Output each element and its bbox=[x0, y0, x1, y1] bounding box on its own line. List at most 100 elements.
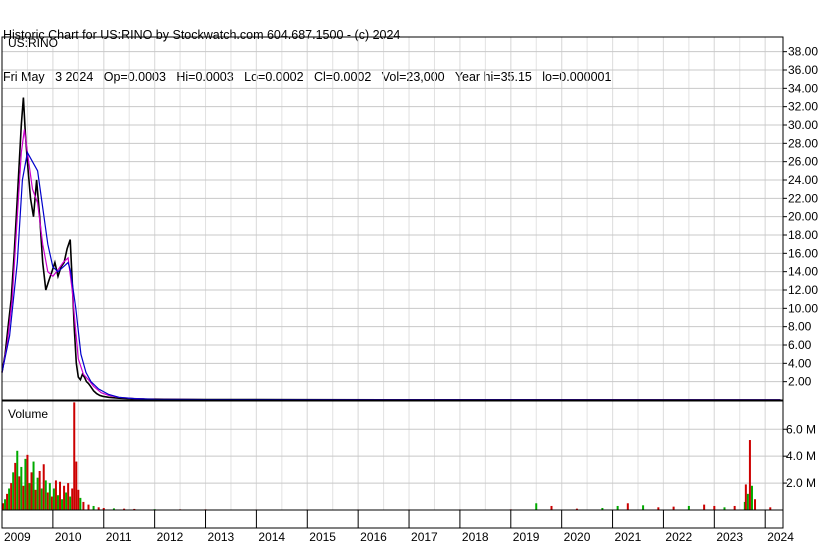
volume-bar bbox=[746, 493, 749, 510]
volume-bar bbox=[748, 440, 751, 510]
x-tick-label: 2012 bbox=[157, 530, 184, 543]
volume-bar bbox=[40, 488, 43, 510]
volume-bar bbox=[28, 483, 31, 510]
volume-bar bbox=[703, 504, 706, 510]
volume-bar bbox=[4, 499, 7, 510]
volume-bar bbox=[744, 484, 747, 510]
volume-bar bbox=[46, 492, 49, 510]
volume-bar bbox=[82, 501, 85, 510]
volume-bar bbox=[69, 496, 72, 510]
stock-chart: US:RINO Volume 2009 2010 2011 2012 2013 2014 2… bbox=[1, 36, 818, 543]
volume-bar bbox=[50, 496, 53, 510]
y-tick-label: 14.00 bbox=[788, 265, 818, 279]
x-tick-label: 2020 bbox=[564, 530, 591, 543]
x-tick-label: 2009 bbox=[4, 530, 31, 543]
axis-layer: 2009 2010 2011 2012 2013 2014 2015 2016 2017 2018… bbox=[1, 45, 818, 543]
volume-bar bbox=[48, 483, 51, 510]
x-tick-label: 2023 bbox=[716, 530, 743, 543]
volume-tick-label: 6.0 M bbox=[786, 422, 816, 436]
volume-bar bbox=[26, 454, 29, 510]
volume-bar bbox=[22, 485, 25, 510]
y-tick-label: 26.00 bbox=[788, 155, 818, 169]
volume-bar bbox=[59, 481, 62, 510]
volume-bar bbox=[8, 488, 11, 510]
y-tick-label: 2.00 bbox=[788, 375, 812, 389]
y-tick-label: 10.00 bbox=[788, 301, 818, 315]
x-tick-label: 2015 bbox=[309, 530, 336, 543]
volume-bar bbox=[550, 505, 553, 510]
x-tick-label: 2010 bbox=[55, 530, 82, 543]
volume-tick-label: 2.0 M bbox=[786, 476, 816, 490]
x-tick-label: 2024 bbox=[767, 530, 794, 543]
y-tick-label: 12.00 bbox=[788, 283, 818, 297]
volume-bar bbox=[36, 477, 39, 510]
y-tick-label: 22.00 bbox=[788, 191, 818, 205]
volume-bar bbox=[642, 505, 645, 510]
volume-bar bbox=[6, 493, 9, 510]
y-tick-label: 34.00 bbox=[788, 81, 818, 95]
volume-bar bbox=[24, 458, 27, 510]
y-tick-label: 32.00 bbox=[788, 100, 818, 114]
price-panel-label: US:RINO bbox=[8, 36, 58, 50]
volume-bar bbox=[733, 505, 736, 510]
x-tick-label: 2014 bbox=[258, 530, 285, 543]
volume-bar bbox=[750, 485, 753, 510]
x-tick-label: 2013 bbox=[208, 530, 235, 543]
y-tick-label: 20.00 bbox=[788, 210, 818, 224]
y-tick-label: 4.00 bbox=[788, 356, 812, 370]
y-tick-label: 16.00 bbox=[788, 246, 818, 260]
volume-bar bbox=[626, 503, 629, 510]
volume-bar bbox=[92, 505, 95, 510]
volume-bar bbox=[713, 505, 716, 510]
x-tick-label: 2022 bbox=[665, 530, 692, 543]
volume-bar bbox=[535, 503, 538, 510]
volume-bar bbox=[12, 472, 15, 510]
y-tick-label: 30.00 bbox=[788, 118, 818, 132]
y-tick-label: 36.00 bbox=[788, 63, 818, 77]
x-tick-label: 2017 bbox=[411, 530, 438, 543]
volume-bar bbox=[616, 505, 619, 510]
volume-bar bbox=[754, 499, 757, 510]
volume-bar bbox=[18, 476, 21, 510]
grid-layer bbox=[1, 37, 783, 510]
y-tick-label: 24.00 bbox=[788, 173, 818, 187]
y-tick-label: 8.00 bbox=[788, 320, 812, 334]
volume-bar bbox=[44, 480, 47, 510]
volume-bar bbox=[14, 462, 17, 510]
volume-bar bbox=[56, 495, 59, 510]
frame-layer bbox=[1, 36, 784, 529]
volume-bar bbox=[63, 485, 66, 510]
volume-bar bbox=[65, 492, 68, 510]
volume-bar bbox=[30, 472, 33, 510]
volume-bar bbox=[77, 489, 80, 510]
volume-bar bbox=[52, 488, 55, 510]
y-tick-label: 6.00 bbox=[788, 338, 812, 352]
price-panel-frame bbox=[1, 36, 784, 401]
volume-bar bbox=[71, 488, 74, 510]
y-tick-label: 18.00 bbox=[788, 228, 818, 242]
volume-tick-label: 4.0 M bbox=[786, 449, 816, 463]
volume-bar bbox=[20, 466, 23, 510]
volume-bar bbox=[79, 497, 82, 510]
x-tick-label: 2019 bbox=[513, 530, 540, 543]
volume-bar bbox=[75, 461, 78, 510]
volume-panel-label: Volume bbox=[8, 407, 48, 421]
x-tick-label: 2016 bbox=[360, 530, 387, 543]
volume-bar bbox=[61, 499, 64, 510]
volume-bar bbox=[687, 505, 690, 510]
y-tick-label: 38.00 bbox=[788, 45, 818, 59]
volume-bar bbox=[38, 470, 41, 510]
volume-bar bbox=[73, 402, 76, 510]
volume-bar bbox=[67, 483, 70, 510]
y-tick-label: 28.00 bbox=[788, 136, 818, 150]
volume-bar bbox=[34, 489, 37, 510]
volume-bar bbox=[32, 461, 35, 510]
x-tick-label: 2021 bbox=[615, 530, 642, 543]
volume-bar bbox=[10, 483, 13, 510]
volume-bar bbox=[54, 480, 57, 510]
volume-bar bbox=[42, 464, 45, 510]
volume-bar bbox=[87, 504, 90, 510]
x-tick-label: 2018 bbox=[462, 530, 489, 543]
x-axis-frame bbox=[1, 509, 784, 529]
volume-bar bbox=[672, 506, 675, 510]
